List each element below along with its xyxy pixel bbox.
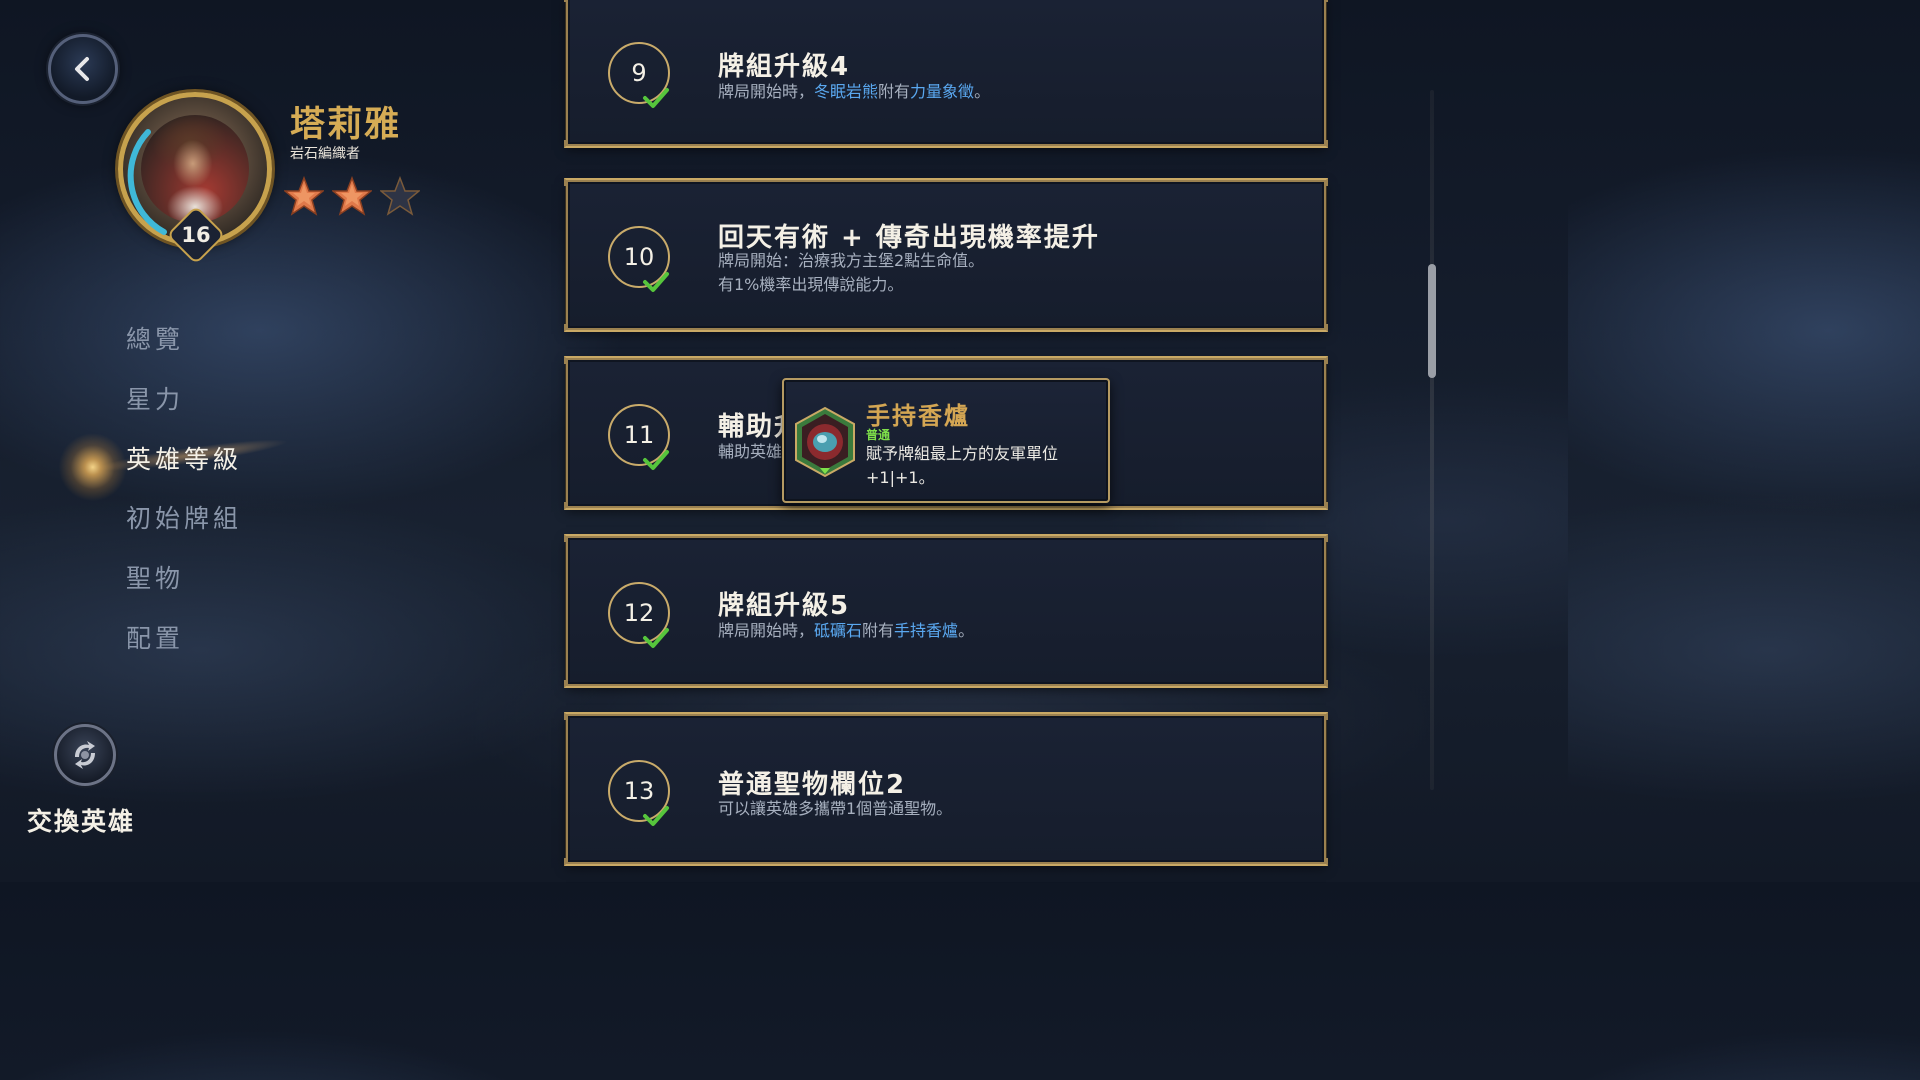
champion-level: 16 [181, 223, 211, 247]
keyword-link[interactable]: 力量象徵 [910, 82, 974, 101]
nav-relics[interactable]: 聖物 [126, 559, 184, 595]
swap-champion-icon [75, 741, 95, 769]
level-reward-card[interactable]: 12 牌組升級5 牌局開始時，砥礪石附有手持香爐。 [564, 534, 1328, 688]
level-reward-description: 有1%機率出現傳說能力。 [718, 273, 903, 297]
level-reward-description: 牌局開始：治療我方主堡2點生命值。 [718, 249, 984, 273]
description-text: 有1%機率出現傳說能力。 [718, 275, 904, 294]
description-text: 附有 [862, 621, 895, 640]
scrollbar-thumb[interactable] [1428, 264, 1436, 378]
checkmark-icon [643, 450, 669, 470]
star-empty-icon [380, 176, 420, 216]
level-reward-card[interactable]: 13 普通聖物欄位2 可以讓英雄多攜帶1個普通聖物。 [564, 712, 1328, 866]
description-text: 牌局開始：治療我方主堡2點生命值。 [718, 251, 985, 270]
nav-star-power[interactable]: 星力 [126, 380, 184, 416]
level-reward-description: 可以讓英雄多攜帶1個普通聖物。 [718, 797, 952, 821]
star-filled-icon [332, 176, 372, 216]
level-reward-card[interactable]: 9 牌組升級4 牌局開始時，冬眠岩熊附有力量象徵。 [564, 0, 1328, 148]
level-reward-description: 輔助英雄 [718, 440, 782, 464]
nav-starting-deck[interactable]: 初始牌組 [126, 499, 242, 535]
description-text: 可以讓英雄多攜帶1個普通聖物。 [718, 799, 953, 818]
champion-name: 塔莉雅 [290, 105, 402, 145]
keyword-link[interactable]: 砥礪石 [814, 621, 862, 640]
scrollbar-track[interactable] [1430, 90, 1434, 790]
checkmark-icon [643, 88, 669, 108]
swap-champion-label[interactable]: 交換英雄 [27, 802, 135, 838]
back-button[interactable] [48, 34, 118, 104]
censer-relic-icon [795, 406, 855, 478]
description-text: 。 [974, 82, 991, 101]
level-reward-title: 牌組升級4 [718, 52, 851, 82]
nav-champion-level[interactable]: 英雄等級 [126, 440, 242, 476]
description-text: 牌局開始時， [718, 82, 815, 101]
description-text: 。 [958, 621, 975, 640]
keyword-link[interactable]: 冬眠岩熊 [814, 82, 878, 101]
keyword-link[interactable]: 手持香爐 [894, 621, 958, 640]
description-text: 牌局開始時， [718, 621, 815, 640]
tooltip-description: 賦予牌組最上方的友軍單位+1|+1。 [866, 444, 1059, 487]
level-reward-description: 牌局開始時，冬眠岩熊附有力量象徵。 [718, 80, 990, 104]
item-tooltip: 手持香爐 普通 賦予牌組最上方的友軍單位+1|+1。 [782, 378, 1110, 503]
checkmark-icon [643, 628, 669, 648]
level-reward-title: 牌組升級5 [718, 591, 851, 621]
description-text: 輔助英雄 [718, 442, 783, 461]
checkmark-icon [643, 272, 669, 292]
tooltip-rarity: 普通 [866, 428, 891, 442]
star-rating [284, 176, 420, 216]
level-reward-description: 牌局開始時，砥礪石附有手持香爐。 [718, 619, 974, 643]
description-text: 附有 [878, 82, 911, 101]
checkmark-icon [643, 806, 669, 826]
swap-champion-button[interactable] [54, 724, 116, 786]
nav-loadout[interactable]: 配置 [126, 619, 184, 655]
chevron-left-icon [75, 57, 89, 81]
level-reward-title: 普通聖物欄位2 [718, 770, 907, 800]
star-filled-icon [284, 176, 324, 216]
nav-overview[interactable]: 總覽 [126, 320, 184, 356]
level-reward-card[interactable]: 10 回天有術 + 傳奇出現機率提升 牌局開始：治療我方主堡2點生命值。 有1%機率出… [564, 178, 1328, 332]
champion-title: 岩石編織者 [290, 146, 360, 162]
